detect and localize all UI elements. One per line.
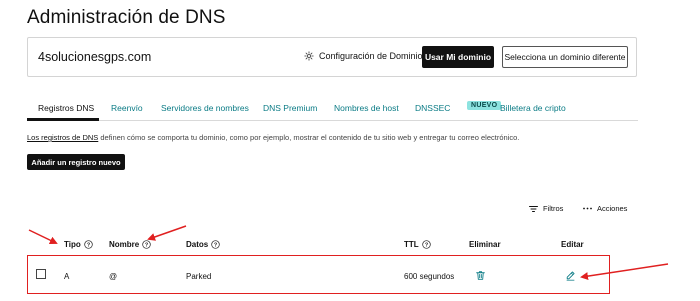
select-other-domain-button[interactable]: Selecciona un dominio diferente xyxy=(502,46,628,68)
more-horizontal-icon xyxy=(583,207,592,210)
cell-data: Parked xyxy=(186,272,212,281)
tab-premium-dns[interactable]: DNS Premium xyxy=(263,103,317,113)
domain-settings-label: Configuración de Dominio xyxy=(319,51,423,61)
dns-description-text: definen cómo se comporta tu dominio, com… xyxy=(98,133,520,142)
annotation-arrow-type xyxy=(28,229,58,245)
row-checkbox[interactable] xyxy=(36,269,46,279)
help-icon[interactable]: ? xyxy=(211,240,220,249)
dns-description: Los registros de DNS definen cómo se com… xyxy=(27,133,519,142)
annotation-arrow-name xyxy=(147,225,187,241)
svg-text:?: ? xyxy=(145,243,148,249)
tab-dns-records[interactable]: Registros DNS xyxy=(38,103,94,113)
svg-text:?: ? xyxy=(87,243,90,249)
domain-name: 4solucionesgps.com xyxy=(38,50,152,64)
use-domain-button[interactable]: Usar Mi dominio xyxy=(422,46,494,68)
pencil-icon[interactable] xyxy=(565,270,576,281)
svg-text:?: ? xyxy=(425,243,428,249)
domain-settings-link[interactable]: Configuración de Dominio xyxy=(304,51,423,61)
column-header-ttl-label: TTL xyxy=(404,240,419,249)
trash-icon[interactable] xyxy=(475,270,486,281)
cell-name: @ xyxy=(109,272,118,281)
active-tab-indicator xyxy=(27,118,99,121)
tab-dnssec[interactable]: DNSSEC xyxy=(415,103,450,113)
column-header-name[interactable]: Nombre ? xyxy=(109,240,151,249)
tab-crypto-wallet[interactable]: Billetera de cripto xyxy=(500,103,566,113)
help-icon[interactable]: ? xyxy=(421,240,431,249)
column-header-type[interactable]: Tipo ? xyxy=(64,240,93,249)
dns-records-help-link[interactable]: Los registros de DNS xyxy=(27,133,98,142)
filter-icon xyxy=(529,205,538,212)
filters-button[interactable]: Filtros xyxy=(529,204,563,213)
add-record-button[interactable]: Añadir un registro nuevo xyxy=(27,154,125,170)
filters-label: Filtros xyxy=(543,204,564,213)
tab-nameservers[interactable]: Servidores de nombres xyxy=(161,103,249,113)
actions-label: Acciones xyxy=(597,204,628,213)
tab-forwarding[interactable]: Reenvío xyxy=(111,103,143,113)
domain-card: 4solucionesgps.com Configuración de Domi… xyxy=(27,37,637,77)
column-header-type-label: Tipo xyxy=(64,240,81,249)
column-header-data[interactable]: Datos ? xyxy=(186,240,220,249)
column-header-edit: Editar xyxy=(561,240,584,249)
page-title: Administración de DNS xyxy=(27,7,226,28)
cell-type: A xyxy=(64,272,70,281)
help-icon[interactable]: ? xyxy=(84,240,93,249)
svg-text:?: ? xyxy=(214,243,217,249)
column-header-data-label: Datos xyxy=(186,240,209,249)
tab-hostnames[interactable]: Nombres de host xyxy=(334,103,399,113)
cell-ttl: 600 segundos xyxy=(404,272,455,281)
help-icon[interactable]: ? xyxy=(142,240,151,249)
column-header-ttl[interactable]: TTL ? xyxy=(404,240,431,249)
column-header-delete: Eliminar xyxy=(469,240,501,249)
actions-button[interactable]: Acciones xyxy=(583,204,627,213)
new-badge: NUEVO xyxy=(467,101,502,110)
dns-tabs: Registros DNS Reenvío Servidores de nomb… xyxy=(27,98,638,121)
gear-icon xyxy=(304,51,314,61)
column-header-name-label: Nombre xyxy=(109,240,140,249)
